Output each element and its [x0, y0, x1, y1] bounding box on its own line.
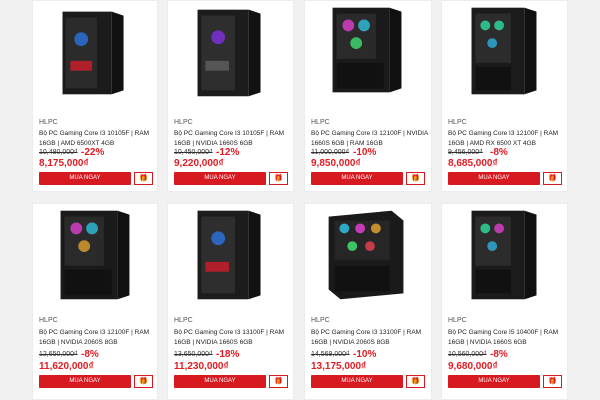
gift-icon: 🎁	[139, 378, 148, 385]
gift-button[interactable]: 🎁	[543, 172, 562, 185]
product-card[interactable]: HLPC Bộ PC Gaming Core I3 12100F | NVIDI…	[304, 0, 432, 192]
discount-badge: -10%	[353, 349, 377, 360]
gift-icon: 🎁	[548, 378, 557, 385]
buy-now-button[interactable]: MUA NGAY	[448, 375, 540, 388]
product-card[interactable]: HLPC Bộ PC Gaming Core I3 10105F | RAM 1…	[167, 0, 294, 192]
sale-price: 11,230,000₫	[174, 361, 229, 372]
old-price: 11,000,000₫	[311, 149, 350, 156]
product-name[interactable]: Bộ PC Gaming Core I3 12100F | NVIDIA 166…	[311, 129, 429, 149]
gift-button[interactable]: 🎁	[269, 172, 288, 185]
brand-label: HLPC	[39, 119, 58, 126]
sale-price: 8,685,000₫	[448, 158, 498, 169]
discount-badge: -8%	[490, 147, 508, 158]
pc-case-image[interactable]	[442, 204, 567, 304]
pc-case-image[interactable]	[168, 204, 293, 304]
gift-button[interactable]: 🎁	[269, 375, 288, 388]
discount-badge: -8%	[490, 349, 508, 360]
product-card[interactable]: HLPC Bộ PC Gaming Core I3 10105F | RAM 1…	[32, 0, 158, 192]
product-card[interactable]: HLPC Bộ PC Gaming Core I3 12100F | RAM 1…	[441, 0, 568, 192]
gift-icon: 🎁	[411, 378, 420, 385]
discount-badge: -10%	[353, 147, 377, 158]
buy-now-button[interactable]: MUA NGAY	[39, 172, 131, 185]
brand-label: HLPC	[448, 317, 467, 324]
product-card[interactable]: HLPC Bộ PC Gaming Core I3 13100F | RAM 1…	[167, 203, 294, 400]
product-name[interactable]: Bộ PC Gaming Core I5 10400F | RAM 16GB |…	[448, 328, 566, 348]
gift-icon: 🎁	[411, 175, 420, 182]
brand-label: HLPC	[311, 317, 330, 324]
old-price: 14,569,000₫	[311, 351, 350, 358]
discount-badge: -8%	[81, 349, 99, 360]
buy-now-button[interactable]: MUA NGAY	[311, 375, 403, 388]
sale-price: 8,175,000₫	[39, 158, 89, 169]
product-name[interactable]: Bộ PC Gaming Core I3 13100F | RAM 16GB |…	[174, 328, 292, 348]
sale-price: 9,850,000₫	[311, 158, 361, 169]
product-name[interactable]: Bộ PC Gaming Core I3 10105F | RAM 16GB |…	[39, 129, 157, 149]
product-name[interactable]: Bộ PC Gaming Core I3 12100F | RAM 16GB |…	[448, 129, 566, 149]
brand-label: HLPC	[448, 119, 467, 126]
discount-badge: -18%	[216, 349, 240, 360]
pc-case-image[interactable]	[33, 204, 157, 304]
product-name[interactable]: Bộ PC Gaming Core I3 12100F | RAM 16GB |…	[39, 328, 157, 348]
gift-icon: 🎁	[274, 175, 283, 182]
gift-button[interactable]: 🎁	[134, 172, 153, 185]
buy-now-button[interactable]: MUA NGAY	[174, 375, 266, 388]
old-price: 10,480,000₫	[39, 149, 78, 156]
pc-case-image[interactable]	[442, 1, 567, 101]
product-card[interactable]: HLPC Bộ PC Gaming Core I3 13100F | RAM 1…	[304, 203, 432, 400]
discount-badge: -22%	[81, 147, 105, 158]
old-price: 10,560,000₫	[448, 351, 487, 358]
product-card[interactable]: HLPC Bộ PC Gaming Core I3 12100F | RAM 1…	[32, 203, 158, 400]
gift-button[interactable]: 🎁	[543, 375, 562, 388]
gift-icon: 🎁	[274, 378, 283, 385]
gift-button[interactable]: 🎁	[406, 172, 425, 185]
product-name[interactable]: Bộ PC Gaming Core I3 10105F | RAM 16GB |…	[174, 129, 292, 149]
pc-case-image[interactable]	[305, 204, 431, 304]
gift-icon: 🎁	[548, 175, 557, 182]
old-price: 10,450,000₫	[174, 149, 213, 156]
product-card[interactable]: HLPC Bộ PC Gaming Core I5 10400F | RAM 1…	[441, 203, 568, 400]
sale-price: 13,175,000₫	[311, 361, 367, 372]
pc-case-image[interactable]	[33, 1, 157, 101]
pc-case-image[interactable]	[305, 1, 431, 101]
old-price: 12,650,000₫	[39, 351, 78, 358]
brand-label: HLPC	[174, 119, 193, 126]
gift-button[interactable]: 🎁	[406, 375, 425, 388]
product-grid: HLPC Bộ PC Gaming Core I3 10105F | RAM 1…	[0, 0, 600, 400]
brand-label: HLPC	[39, 317, 58, 324]
brand-label: HLPC	[311, 119, 330, 126]
sale-price: 11,620,000₫	[39, 361, 94, 372]
product-name[interactable]: Bộ PC Gaming Core I3 13100F | RAM 16GB |…	[311, 328, 429, 348]
sale-price: 9,220,000₫	[174, 158, 224, 169]
buy-now-button[interactable]: MUA NGAY	[311, 172, 403, 185]
old-price: 13,650,000₫	[174, 351, 213, 358]
buy-now-button[interactable]: MUA NGAY	[448, 172, 540, 185]
buy-now-button[interactable]: MUA NGAY	[39, 375, 131, 388]
buy-now-button[interactable]: MUA NGAY	[174, 172, 266, 185]
brand-label: HLPC	[174, 317, 193, 324]
pc-case-image[interactable]	[168, 1, 293, 101]
gift-button[interactable]: 🎁	[134, 375, 153, 388]
gift-icon: 🎁	[139, 175, 148, 182]
discount-badge: -12%	[216, 147, 240, 158]
sale-price: 9,680,000₫	[448, 361, 498, 372]
old-price: 9,456,000₫	[448, 149, 483, 156]
